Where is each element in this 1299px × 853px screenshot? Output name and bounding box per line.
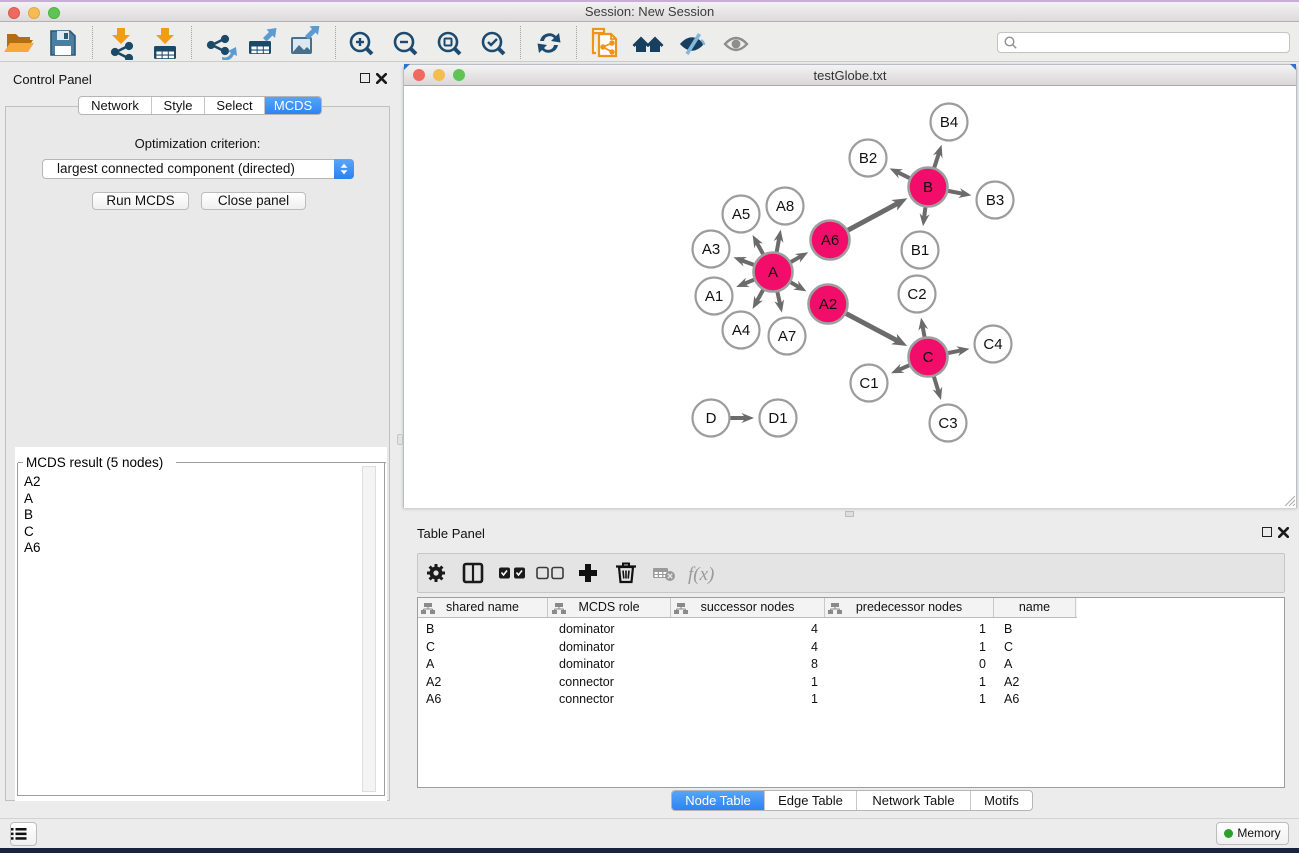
svg-text:C: C (923, 349, 934, 366)
svg-text:A7: A7 (778, 328, 796, 345)
svg-text:A3: A3 (702, 241, 720, 258)
svg-text:B4: B4 (940, 114, 958, 131)
svg-text:C3: C3 (938, 415, 957, 432)
svg-text:A1: A1 (705, 288, 723, 305)
svg-text:C2: C2 (907, 286, 926, 303)
svg-text:D1: D1 (768, 410, 787, 427)
svg-text:B2: B2 (859, 150, 877, 167)
svg-text:A: A (768, 264, 778, 281)
svg-text:D: D (706, 410, 717, 427)
svg-text:B: B (923, 179, 933, 196)
svg-text:A4: A4 (732, 322, 750, 339)
svg-text:B1: B1 (911, 242, 929, 259)
svg-text:A5: A5 (732, 206, 750, 223)
svg-text:f(x): f(x) (688, 564, 714, 585)
svg-text:A2: A2 (819, 296, 837, 313)
svg-text:C4: C4 (983, 336, 1002, 353)
svg-text:A8: A8 (776, 198, 794, 215)
svg-text:B3: B3 (986, 192, 1004, 209)
svg-text:C1: C1 (859, 375, 878, 392)
svg-text:A6: A6 (821, 232, 839, 249)
